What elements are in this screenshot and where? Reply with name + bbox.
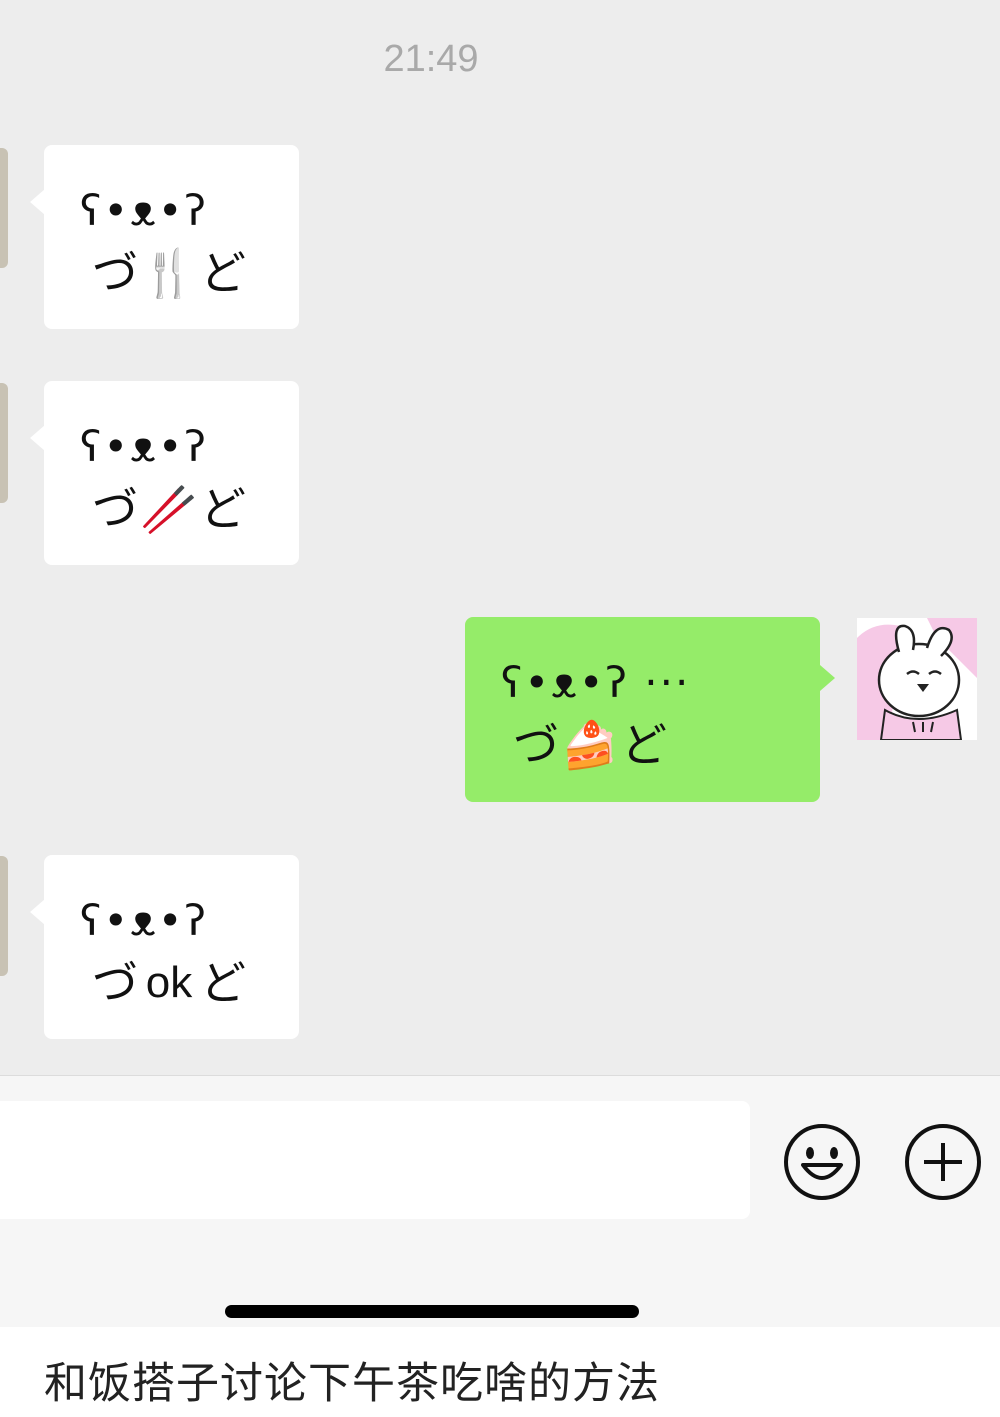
chopsticks-icon: 🥢: [140, 482, 198, 536]
my-avatar[interactable]: [857, 618, 977, 740]
received-message-bubble[interactable]: ʕ•ᴥ•ʔ づ 🥢 ど: [30, 381, 299, 565]
contact-avatar[interactable]: [0, 383, 8, 503]
smiley-face-icon: [784, 1124, 860, 1200]
right-arm-text: ど: [621, 718, 667, 772]
contact-avatar[interactable]: [0, 856, 8, 976]
cake-icon: 🍰: [561, 718, 619, 772]
sent-message-bubble[interactable]: ʕ•ᴥ•ʔ ··· づ 🍰 ど: [465, 617, 835, 802]
message-timestamp: 21:49: [383, 38, 479, 80]
received-message-bubble[interactable]: ʕ•ᴥ•ʔ づ 🍴 ど: [30, 145, 299, 329]
received-message-bubble[interactable]: ʕ•ᴥ•ʔ づ ok ど: [30, 855, 299, 1039]
chat-area: 21:49 ʕ•ᴥ•ʔ づ 🍴 ど ʕ•ᴥ•ʔ づ 🥢 ど ʕ•ᴥ•ʔ ··· …: [0, 0, 1000, 1075]
caption-text: 和饭搭子讨论下午茶吃啥的方法: [44, 1359, 660, 1409]
input-bar: [0, 1075, 1000, 1327]
caption-area: 和饭搭子讨论下午茶吃啥的方法: [0, 1327, 1000, 1417]
bear-face-text: ʕ•ᴥ•ʔ: [80, 896, 208, 945]
bunny-avatar-icon: [857, 618, 977, 740]
ok-text: ok: [145, 958, 193, 1007]
bear-face-text: ʕ•ᴥ•ʔ: [80, 422, 208, 471]
right-arm-text: ど: [200, 246, 246, 300]
right-arm-text: ど: [200, 482, 246, 536]
left-arm-text: づ: [92, 482, 138, 536]
plus-circle-icon: [905, 1124, 981, 1200]
bear-arms-row: づ 🍴 ど: [92, 245, 246, 301]
bear-face-text: ʕ•ᴥ•ʔ ···: [501, 658, 691, 707]
left-arm-text: づ: [92, 246, 138, 300]
left-arm-text: づ: [92, 956, 138, 1010]
bear-face-text: ʕ•ᴥ•ʔ: [80, 186, 208, 235]
home-indicator[interactable]: [225, 1305, 639, 1318]
bear-arms-row: づ ok ど: [92, 955, 246, 1011]
message-input[interactable]: [0, 1101, 750, 1219]
right-arm-text: ど: [200, 956, 246, 1010]
more-button[interactable]: [902, 1121, 984, 1203]
bear-arms-row: づ 🍰 ど: [513, 717, 667, 773]
contact-avatar[interactable]: [0, 148, 8, 268]
left-arm-text: づ: [513, 718, 559, 772]
fork-and-knife-icon: 🍴: [140, 246, 198, 300]
emoji-button[interactable]: [781, 1121, 863, 1203]
bear-arms-row: づ 🥢 ど: [92, 481, 246, 537]
